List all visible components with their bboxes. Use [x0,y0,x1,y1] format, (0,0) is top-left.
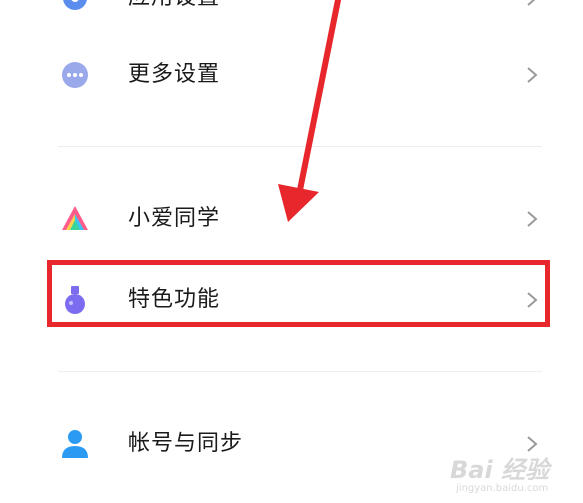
watermark-url: jingyan.baidu.com [456,483,549,494]
annotation-arrow [278,0,341,222]
watermark-logo: Bai 经验 [450,456,550,484]
baidu-watermark: Bai 经验 jingyan.baidu.com [440,440,580,500]
